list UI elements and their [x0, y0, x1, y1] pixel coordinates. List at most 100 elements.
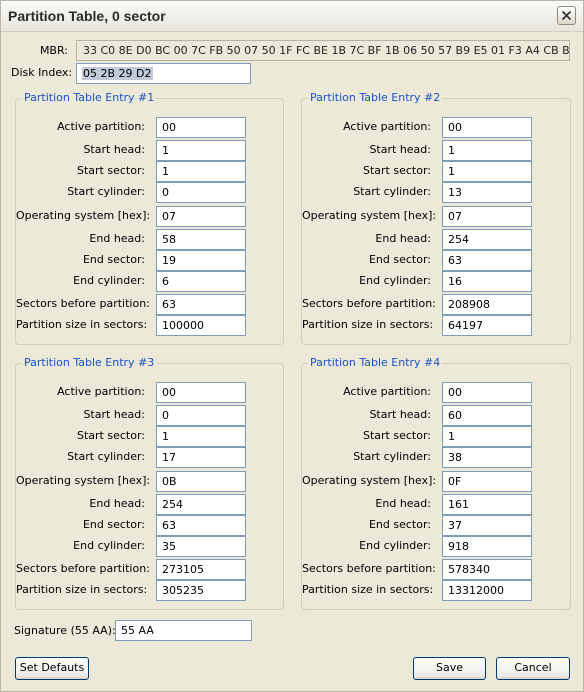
- close-button[interactable]: [557, 6, 576, 25]
- partition-entry-4-group: Partition Table Entry #4 Active partition…: [301, 356, 571, 610]
- disk-index-label: Disk Index:: [11, 66, 73, 79]
- start-head-label: Start head:: [369, 408, 431, 421]
- active-partition-label: Active partition:: [343, 385, 431, 398]
- partition-size-label: Partition size in sectors:: [16, 318, 148, 331]
- partition-entry-1-group: Partition Table Entry #1 Active partition…: [15, 91, 284, 345]
- partition-entry-title: Partition Table Entry #3: [22, 356, 157, 370]
- end-cylinder-field[interactable]: 918: [442, 536, 532, 557]
- partition-entry-2-group: Partition Table Entry #2 Active partition…: [301, 91, 571, 345]
- active-partition-field[interactable]: 00: [156, 117, 246, 138]
- end-cylinder-field[interactable]: 16: [442, 271, 532, 292]
- end-head-label: End head:: [89, 497, 145, 510]
- signature-label: Signature (55 AA):: [14, 624, 116, 637]
- signature-field[interactable]: 55 AA: [115, 620, 252, 641]
- operating-system-label: Operating system [hex]:: [16, 209, 151, 222]
- sectors-before-partition-label: Sectors before partition:: [16, 297, 150, 310]
- partition-entry-title: Partition Table Entry #4: [308, 356, 443, 370]
- end-sector-label: End sector:: [368, 253, 431, 266]
- sectors-before-partition-label: Sectors before partition:: [16, 562, 150, 575]
- active-partition-field[interactable]: 00: [442, 382, 532, 403]
- active-partition-field[interactable]: 00: [156, 382, 246, 403]
- partition-entry-title: Partition Table Entry #1: [22, 91, 157, 105]
- partition-size-label: Partition size in sectors:: [302, 318, 434, 331]
- start-head-field[interactable]: 60: [442, 405, 532, 426]
- save-button[interactable]: Save: [413, 657, 486, 680]
- cancel-button[interactable]: Cancel: [496, 657, 570, 680]
- start-head-label: Start head:: [369, 143, 431, 156]
- active-partition-field[interactable]: 00: [442, 117, 532, 138]
- start-sector-field[interactable]: 1: [442, 161, 532, 182]
- operating-system-field[interactable]: 0F: [442, 471, 532, 492]
- partition-size-field[interactable]: 13312000: [442, 580, 532, 601]
- start-head-field[interactable]: 1: [156, 140, 246, 161]
- end-sector-field[interactable]: 37: [442, 515, 532, 536]
- start-sector-field[interactable]: 1: [442, 426, 532, 447]
- end-head-label: End head:: [375, 232, 431, 245]
- start-cylinder-label: Start cylinder:: [353, 450, 431, 463]
- end-cylinder-label: End cylinder:: [359, 539, 431, 552]
- partition-size-field[interactable]: 64197: [442, 315, 532, 336]
- operating-system-field[interactable]: 0B: [156, 471, 246, 492]
- start-sector-label: Start sector:: [363, 164, 431, 177]
- mbr-field[interactable]: 33 C0 8E D0 BC 00 7C FB 50 07 50 1F FC B…: [76, 40, 570, 61]
- start-head-field[interactable]: 1: [442, 140, 532, 161]
- end-sector-field[interactable]: 63: [156, 515, 246, 536]
- window-title: Partition Table, 0 sector: [8, 8, 166, 24]
- start-head-field[interactable]: 0: [156, 405, 246, 426]
- start-cylinder-field[interactable]: 38: [442, 447, 532, 468]
- start-sector-label: Start sector:: [363, 429, 431, 442]
- start-sector-label: Start sector:: [77, 429, 145, 442]
- end-sector-field[interactable]: 19: [156, 250, 246, 271]
- partition-table-dialog: Partition Table, 0 sector MBR: 33 C0 8E …: [0, 0, 584, 692]
- close-icon: [561, 10, 572, 21]
- active-partition-label: Active partition:: [57, 385, 145, 398]
- operating-system-field[interactable]: 07: [156, 206, 246, 227]
- start-sector-field[interactable]: 1: [156, 161, 246, 182]
- partition-entry-3-group: Partition Table Entry #3 Active partition…: [15, 356, 284, 610]
- operating-system-field[interactable]: 07: [442, 206, 532, 227]
- start-head-label: Start head:: [83, 143, 145, 156]
- end-head-label: End head:: [375, 497, 431, 510]
- partition-size-label: Partition size in sectors:: [302, 583, 434, 596]
- end-head-field[interactable]: 254: [442, 229, 532, 250]
- active-partition-label: Active partition:: [343, 120, 431, 133]
- end-cylinder-field[interactable]: 6: [156, 271, 246, 292]
- mbr-label: MBR:: [39, 44, 68, 57]
- end-head-field[interactable]: 254: [156, 494, 246, 515]
- end-head-label: End head:: [89, 232, 145, 245]
- partition-size-label: Partition size in sectors:: [16, 583, 148, 596]
- start-cylinder-field[interactable]: 0: [156, 182, 246, 203]
- active-partition-label: Active partition:: [57, 120, 145, 133]
- disk-index-field[interactable]: 05 2B 29 D2: [76, 63, 251, 84]
- start-cylinder-label: Start cylinder:: [67, 185, 145, 198]
- end-sector-field[interactable]: 63: [442, 250, 532, 271]
- end-cylinder-label: End cylinder:: [73, 539, 145, 552]
- sectors-before-partition-field[interactable]: 273105: [156, 559, 246, 580]
- operating-system-label: Operating system [hex]:: [302, 474, 437, 487]
- end-sector-label: End sector:: [368, 518, 431, 531]
- sectors-before-partition-field[interactable]: 578340: [442, 559, 532, 580]
- end-cylinder-field[interactable]: 35: [156, 536, 246, 557]
- set-defaults-button[interactable]: Set Defauts: [15, 657, 89, 680]
- partition-size-field[interactable]: 100000: [156, 315, 246, 336]
- disk-index-value: 05 2B 29 D2: [82, 67, 153, 80]
- operating-system-label: Operating system [hex]:: [302, 209, 437, 222]
- end-head-field[interactable]: 161: [442, 494, 532, 515]
- start-cylinder-label: Start cylinder:: [67, 450, 145, 463]
- sectors-before-partition-field[interactable]: 208908: [442, 294, 532, 315]
- partition-entry-title: Partition Table Entry #2: [308, 91, 443, 105]
- start-cylinder-field[interactable]: 17: [156, 447, 246, 468]
- end-sector-label: End sector:: [82, 253, 145, 266]
- end-head-field[interactable]: 58: [156, 229, 246, 250]
- partition-size-field[interactable]: 305235: [156, 580, 246, 601]
- end-cylinder-label: End cylinder:: [359, 274, 431, 287]
- sectors-before-partition-label: Sectors before partition:: [302, 562, 436, 575]
- sectors-before-partition-field[interactable]: 63: [156, 294, 246, 315]
- start-sector-field[interactable]: 1: [156, 426, 246, 447]
- sectors-before-partition-label: Sectors before partition:: [302, 297, 436, 310]
- start-head-label: Start head:: [83, 408, 145, 421]
- start-cylinder-field[interactable]: 13: [442, 182, 532, 203]
- operating-system-label: Operating system [hex]:: [16, 474, 151, 487]
- end-sector-label: End sector:: [82, 518, 145, 531]
- title-bar: Partition Table, 0 sector: [1, 1, 583, 32]
